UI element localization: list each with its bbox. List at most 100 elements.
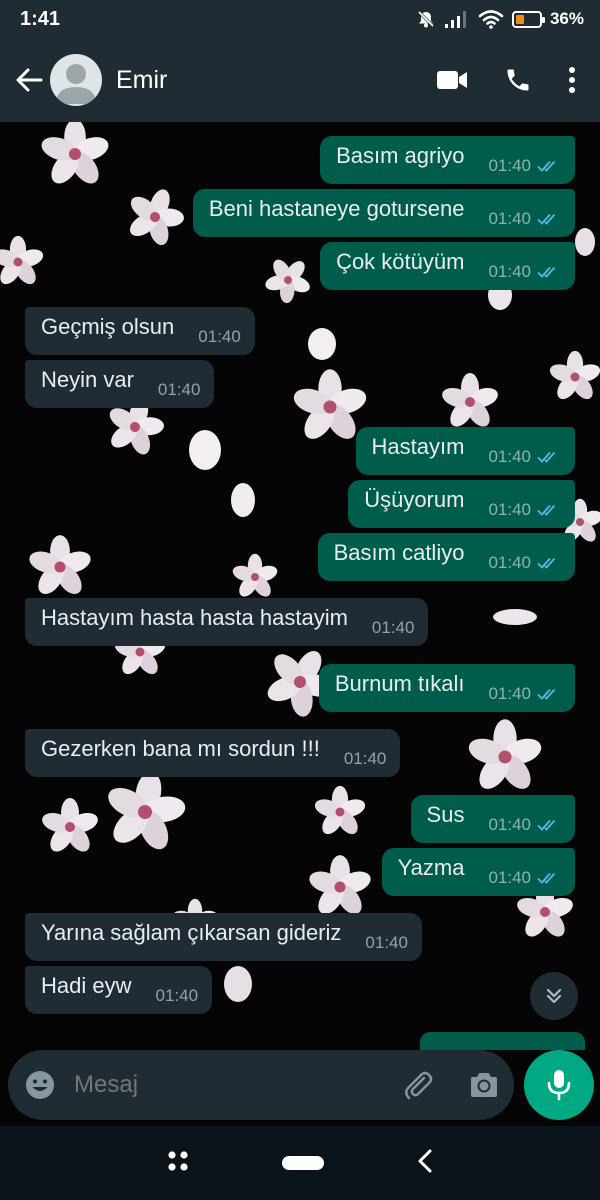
more-options-icon — [569, 67, 575, 93]
message-bubble-outgoing[interactable]: Beni hastaneye gotursene 01:40 — [192, 189, 575, 237]
message-bubble-incoming[interactable]: Geçmiş olsun 01:40 — [25, 307, 255, 355]
read-ticks-icon — [537, 212, 561, 226]
wifi-icon — [478, 10, 504, 29]
message-text: Burnum tıkalı — [334, 671, 465, 696]
message-bubble-outgoing[interactable]: Sus 01:40 — [410, 795, 575, 843]
camera-icon[interactable] — [468, 1071, 500, 1099]
message-meta: 01:40 — [488, 684, 561, 704]
message-text: Hastayım — [371, 434, 465, 459]
avatar-icon — [56, 64, 96, 104]
message-text: Neyin var — [41, 367, 134, 392]
signal-icon — [444, 11, 466, 28]
message-bubble-incoming[interactable]: Gezerken bana mı sordun !!! 01:40 — [25, 729, 401, 777]
message-text: Üşüyorum — [364, 487, 465, 512]
message-bubble-incoming[interactable]: Hadi eyw 01:40 — [25, 966, 213, 1014]
read-ticks-icon — [537, 871, 561, 885]
nav-back-icon — [418, 1149, 432, 1172]
message-meta: 01:40 — [158, 380, 201, 400]
message-bubble-incoming[interactable]: Yarına sağlam çıkarsan gideriz 01:40 — [25, 913, 422, 961]
message-bubble-outgoing[interactable]: Üşüyorum 01:40 — [348, 480, 575, 528]
message-time: 01:40 — [157, 380, 201, 399]
message-text: Beni hastaneye gotursene — [208, 196, 465, 221]
message-time: 01:40 — [488, 684, 531, 703]
message-text: Yarına sağlam çıkarsan gideriz — [41, 920, 342, 945]
message-bubble-incoming[interactable]: Hastayım hasta hasta hastayim 01:40 — [25, 598, 429, 646]
message-bubble-outgoing[interactable]: Çok kötüyüm 01:40 — [320, 242, 575, 290]
message-meta: 01:40 — [155, 986, 198, 1006]
header-actions — [436, 66, 588, 94]
home-button[interactable] — [282, 1156, 324, 1170]
message-time: 01:40 — [343, 749, 387, 768]
avatar[interactable] — [50, 54, 102, 106]
message-bubble-outgoing[interactable]: Basım catliyo 01:40 — [317, 533, 575, 581]
message-text: Basım agriyo — [336, 143, 465, 168]
message-meta: 01:40 — [488, 868, 561, 888]
message-text: Sus — [426, 802, 465, 827]
status-icons: 36% — [416, 9, 584, 29]
voice-message-button[interactable] — [524, 1050, 594, 1120]
system-nav-bar — [0, 1126, 600, 1200]
message-text: Yazma — [397, 855, 465, 880]
battery-percent: 36% — [549, 9, 584, 28]
message-bubble-outgoing[interactable]: Basım agriyo 01:40 — [320, 136, 575, 184]
read-ticks-icon — [537, 450, 561, 464]
message-time: 01:40 — [488, 500, 531, 519]
message-meta: 01:40 — [488, 156, 561, 176]
message-time: 01:40 — [371, 618, 415, 637]
read-ticks-icon — [537, 687, 561, 701]
message-time: 01:40 — [198, 327, 241, 346]
message-time: 01:40 — [488, 156, 531, 175]
message-time: 01:40 — [488, 447, 531, 466]
message-composer — [0, 1050, 600, 1126]
message-time: 01:40 — [488, 209, 531, 228]
chat-header: Emir — [0, 38, 600, 122]
message-time: 01:40 — [488, 815, 531, 834]
message-meta: 01:40 — [488, 209, 561, 229]
message-time: 01:40 — [155, 986, 199, 1005]
emoji-icon[interactable] — [24, 1069, 56, 1101]
message-meta: 01:40 — [488, 447, 561, 467]
read-ticks-icon — [537, 818, 561, 832]
message-text: Geçmiş olsun — [41, 314, 175, 339]
partial-outgoing-bubble — [420, 1032, 585, 1050]
read-ticks-icon — [537, 556, 561, 570]
attach-icon[interactable] — [402, 1069, 434, 1101]
more-options-button[interactable] — [568, 66, 576, 94]
status-bar: 1:41 36% — [0, 0, 600, 38]
message-bubble-outgoing[interactable]: Hastayım 01:40 — [355, 427, 575, 475]
double-chevron-down-icon — [546, 988, 562, 1004]
message-meta: 01:40 — [488, 500, 561, 520]
message-meta: 01:40 — [344, 749, 387, 769]
recent-apps-button[interactable] — [166, 1149, 190, 1178]
input-icons — [402, 1069, 500, 1101]
voice-call-button[interactable] — [504, 66, 532, 94]
read-ticks-icon — [537, 503, 561, 517]
message-text: Çok kötüyüm — [336, 249, 465, 274]
read-ticks-icon — [537, 159, 561, 173]
video-call-button[interactable] — [436, 69, 468, 91]
recent-apps-icon — [168, 1150, 188, 1171]
contact-name[interactable]: Emir — [116, 66, 167, 95]
battery-icon — [511, 10, 545, 28]
message-meta: 01:40 — [488, 553, 561, 573]
video-call-icon — [437, 71, 467, 89]
message-time: 01:40 — [488, 262, 531, 281]
mic-icon — [547, 1070, 571, 1101]
voice-call-icon — [507, 69, 529, 91]
message-text: Hadi eyw — [41, 973, 132, 998]
message-bubble-outgoing[interactable]: Yazma 01:40 — [381, 848, 575, 896]
nav-back-button[interactable] — [416, 1148, 434, 1179]
message-text: Hastayım hasta hasta hastayim — [41, 605, 348, 630]
message-bubble-outgoing[interactable]: Burnum tıkalı 01:40 — [318, 664, 575, 712]
message-time: 01:40 — [365, 933, 408, 952]
message-input-box[interactable] — [8, 1050, 514, 1120]
message-meta: 01:40 — [372, 618, 415, 638]
message-time: 01:40 — [488, 553, 531, 572]
message-input[interactable] — [74, 1071, 354, 1099]
back-button[interactable] — [12, 60, 46, 100]
chat-area[interactable]: Basım agriyo 01:40 Beni hastaneye goturs… — [0, 122, 600, 1050]
message-bubble-incoming[interactable]: Neyin var 01:40 — [25, 360, 215, 408]
scroll-to-bottom-button[interactable] — [530, 972, 578, 1020]
back-arrow-icon — [16, 68, 43, 92]
mute-icon — [417, 10, 435, 28]
